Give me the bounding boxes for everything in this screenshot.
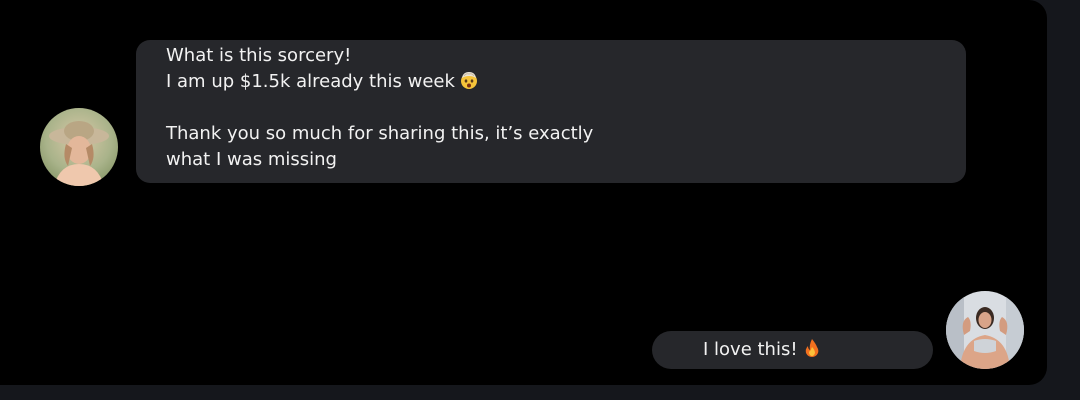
outgoing-message-bubble: I love this! [652,331,933,369]
outgoing-message-text: I love this! [703,339,798,360]
user-avatar-photo-icon [40,108,118,186]
user-avatar-photo-icon [946,291,1024,369]
user-avatar[interactable] [946,291,1024,369]
message-line: what I was missing [166,149,337,170]
message-line: What is this sorcery! [166,45,352,66]
exploding-head-emoji-icon [459,70,479,98]
sender-avatar[interactable] [40,108,118,186]
fire-emoji-icon [802,338,822,366]
incoming-message-bubble: What is this sorcery! I am up $1.5k alre… [136,40,966,183]
message-line-with-emoji: I am up $1.5k already this week [166,69,936,95]
message-line: Thank you so much for sharing this, it’s… [166,123,594,144]
message-line-text: I am up $1.5k already this week [166,71,455,92]
chat-panel: What is this sorcery! I am up $1.5k alre… [0,0,1047,385]
